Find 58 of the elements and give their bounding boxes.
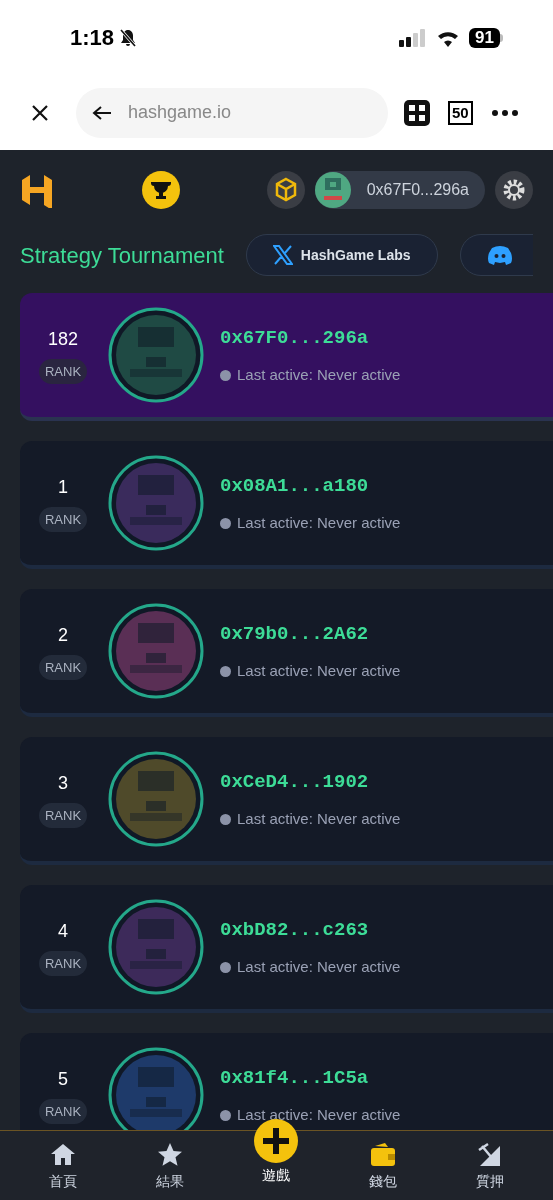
last-active-text: Last active: Never active (237, 809, 401, 829)
rank-label: RANK (38, 358, 88, 385)
rank-label: RANK (38, 506, 88, 533)
rank-label: RANK (38, 802, 88, 829)
status-time: 1:18 (70, 24, 115, 52)
dice-icon[interactable] (404, 99, 430, 126)
rank-number: 4 (58, 919, 68, 943)
signal-icon (399, 28, 428, 47)
last-active-text: Last active: Never active (237, 957, 401, 977)
player-address: 0x79b0...2A62 (220, 621, 370, 647)
cube-icon[interactable] (267, 171, 305, 209)
nav-item[interactable]: 首頁 (23, 1141, 104, 1192)
nav-item[interactable]: 結果 (129, 1141, 210, 1192)
last-active-text: Last active: Never active (237, 513, 401, 533)
last-active-text: Last active: Never active (237, 661, 401, 681)
rank-number: 182 (47, 327, 78, 351)
tab-count-button[interactable]: 50 (448, 100, 473, 125)
current-player-card[interactable]: 182 RANK 0x67F0...296a Last active: Never active (20, 293, 553, 421)
discord-icon (486, 245, 513, 265)
player-address: 0xbD82...c263 (220, 917, 370, 943)
logo-icon (20, 172, 54, 208)
close-icon[interactable] (30, 102, 50, 123)
bell-muted-icon (118, 27, 139, 48)
social-link[interactable]: HashGame Labs (245, 234, 438, 276)
last-active-text: Last active: Never active (237, 365, 401, 385)
wallet-address: 0x67F0...296a (366, 180, 469, 200)
url-text: hashgame.io (128, 101, 232, 124)
rank-number: 1 (58, 475, 68, 499)
rank-number: 5 (58, 1067, 68, 1091)
player-address: 0x67F0...296a (220, 325, 370, 351)
wallet-button[interactable]: 0x67F0...296a (315, 171, 485, 209)
player-card[interactable]: 3 RANK 0xCeD4...1902 Last active: Never active (20, 737, 553, 865)
more-icon[interactable] (490, 108, 519, 117)
settings-icon[interactable] (495, 171, 533, 209)
player-card[interactable]: 1 RANK 0x08A1...a180 Last active: Never active (20, 441, 553, 569)
rank-label: RANK (38, 950, 88, 977)
gamepad-icon (254, 1119, 299, 1163)
rank-label: RANK (38, 654, 88, 681)
rank-label: RANK (38, 1098, 88, 1125)
trophy-icon[interactable] (142, 171, 180, 209)
player-address: 0x81f4...1C5a (220, 1065, 370, 1091)
player-card[interactable]: 5 RANK 0x81f4...1C5a Last active: Never active (20, 1033, 553, 1130)
avatar-icon (315, 172, 351, 208)
player-card[interactable]: 4 RANK 0xbD82...c263 Last active: Never active (20, 885, 553, 1013)
page-title: Strategy Tournament (20, 241, 224, 270)
wallet-icon (369, 1141, 398, 1169)
rank-number: 3 (58, 771, 68, 795)
player-address: 0xCeD4...1902 (220, 769, 370, 795)
back-arrow-icon[interactable] (92, 104, 112, 121)
player-address: 0x08A1...a180 (220, 473, 370, 499)
nav-item[interactable]: 質押 (449, 1141, 530, 1192)
battery-tip-icon (500, 33, 503, 42)
player-card[interactable]: 2 RANK 0x79b0...2A62 Last active: Never active (20, 589, 553, 717)
nav-item[interactable]: 錢包 (343, 1141, 424, 1192)
rank-number: 2 (58, 623, 68, 647)
discord-button[interactable] (459, 234, 533, 276)
x-icon (272, 245, 293, 265)
battery-level: 91 (469, 27, 500, 48)
